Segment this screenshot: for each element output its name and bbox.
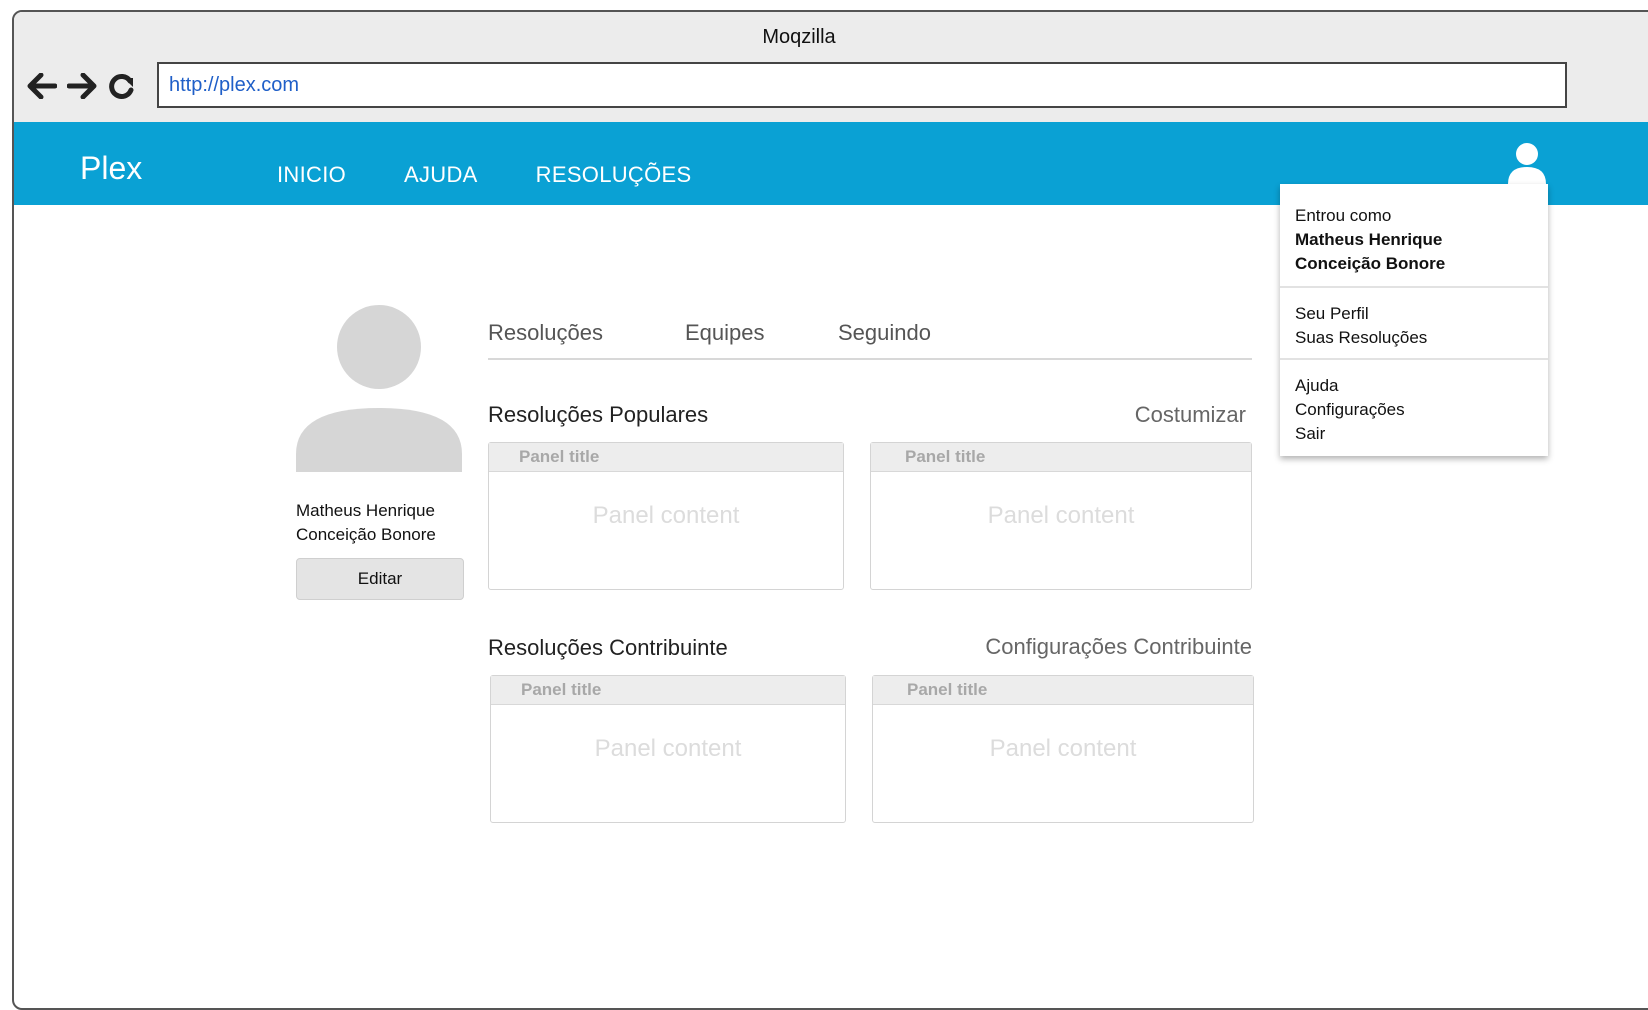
panel-contributor-2: Panel title Panel content [872,675,1254,823]
panel-title: Panel title [871,443,1251,472]
tab-equipes[interactable]: Equipes [685,320,765,346]
arrow-left-icon [27,73,57,99]
profile-name-line2: Conceição Bonore [296,525,436,544]
avatar [296,305,462,472]
menu-item-my-resolutions[interactable]: Suas Resoluções [1295,326,1533,350]
panel-title: Panel title [491,676,845,705]
edit-profile-button[interactable]: Editar [296,558,464,600]
browser-titlebar: Moqzilla http://plex.com [14,12,1648,123]
dropdown-signed-in: Entrou como Matheus Henrique Conceição B… [1280,184,1548,288]
panel-content: Panel content [987,502,1135,529]
user-icon [1508,143,1546,184]
panel-popular-1: Panel title Panel content [488,442,844,590]
panel-contributor-1: Panel title Panel content [490,675,846,823]
user-menu-button[interactable] [1506,142,1548,188]
panel-popular-2: Panel title Panel content [870,442,1252,590]
contributor-settings-link[interactable]: Configurações Contribuinte [894,634,1252,660]
tab-resolucoes[interactable]: Resoluções [488,320,603,346]
menu-item-settings[interactable]: Configurações [1295,398,1533,422]
menu-item-help[interactable]: Ajuda [1295,374,1533,398]
signed-in-label: Entrou como [1295,206,1392,225]
signed-in-user-line2: Conceição Bonore [1295,254,1446,273]
forward-button[interactable] [66,70,98,102]
browser-window: Moqzilla http://plex.com Plex INICIO AJU… [12,10,1648,1010]
profile-name-line1: Matheus Henrique [296,501,435,520]
signed-in-user-line1: Matheus Henrique [1295,230,1443,249]
menu-item-resolucoes[interactable]: RESOLUÇÕES [536,162,692,188]
arrow-right-icon [67,73,97,99]
browser-nav-buttons [26,68,138,104]
reload-icon [109,74,134,99]
menu-item-inicio[interactable]: INICIO [277,162,346,188]
reload-button[interactable] [106,70,138,102]
dropdown-account-section: Seu Perfil Suas Resoluções [1280,288,1548,360]
panel-content: Panel content [592,502,740,529]
dropdown-misc-section: Ajuda Configurações Sair [1280,360,1548,456]
menu-item-ajuda[interactable]: AJUDA [404,162,478,188]
panel-content: Panel content [989,735,1137,762]
back-button[interactable] [26,70,58,102]
profile-tabs: Resoluções Equipes Seguindo [488,320,1252,360]
window-title: Moqzilla [762,26,836,48]
url-bar[interactable]: http://plex.com [157,62,1567,108]
brand-logo[interactable]: Plex [80,150,142,187]
menu-item-profile[interactable]: Seu Perfil [1295,302,1533,326]
user-dropdown-menu: Entrou como Matheus Henrique Conceição B… [1280,184,1548,456]
panel-title: Panel title [873,676,1253,705]
panel-title: Panel title [489,443,843,472]
panel-content: Panel content [594,735,742,762]
tab-seguindo[interactable]: Seguindo [838,320,931,346]
profile-name: Matheus Henrique Conceição Bonore [296,499,496,547]
url-text: http://plex.com [169,73,300,96]
menu-item-logout[interactable]: Sair [1295,422,1533,446]
customize-link[interactable]: Costumizar [1074,402,1246,428]
section-title-contributor: Resoluções Contribuinte [488,635,728,660]
section-title-popular: Resoluções Populares [488,402,709,427]
main-menu: INICIO AJUDA RESOLUÇÕES [277,162,691,188]
